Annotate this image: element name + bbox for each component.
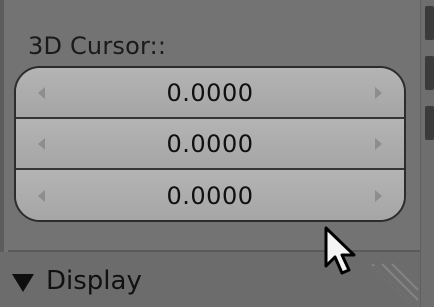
scrollbar[interactable] bbox=[420, 0, 434, 307]
increment-arrow-icon[interactable] bbox=[375, 86, 382, 99]
field-value: 0.0000 bbox=[166, 78, 254, 107]
scrollbar-notch bbox=[425, 56, 434, 90]
cursor-location-vector: 0.0000 0.0000 0.0000 bbox=[14, 66, 406, 222]
section-label-3d-cursor: 3D Cursor:: bbox=[28, 32, 167, 60]
cursor-y-field[interactable]: 0.0000 bbox=[16, 119, 404, 170]
mouse-pointer-icon bbox=[324, 226, 356, 275]
field-value: 0.0000 bbox=[166, 182, 254, 210]
increment-arrow-icon[interactable] bbox=[375, 137, 382, 150]
collapse-triangle-icon[interactable] bbox=[12, 274, 34, 292]
drag-grip-icon[interactable] bbox=[360, 254, 420, 304]
scrollbar-notch bbox=[425, 106, 434, 140]
properties-panel: 3D Cursor:: 0.0000 0.0000 0.0000 Display bbox=[0, 0, 434, 307]
scrollbar-notch bbox=[425, 6, 434, 40]
cursor-z-field[interactable]: 0.0000 bbox=[16, 170, 404, 220]
cursor-x-field[interactable]: 0.0000 bbox=[16, 68, 404, 119]
display-panel-label: Display bbox=[46, 266, 142, 296]
increment-arrow-icon[interactable] bbox=[375, 190, 382, 202]
field-value: 0.0000 bbox=[166, 129, 254, 158]
